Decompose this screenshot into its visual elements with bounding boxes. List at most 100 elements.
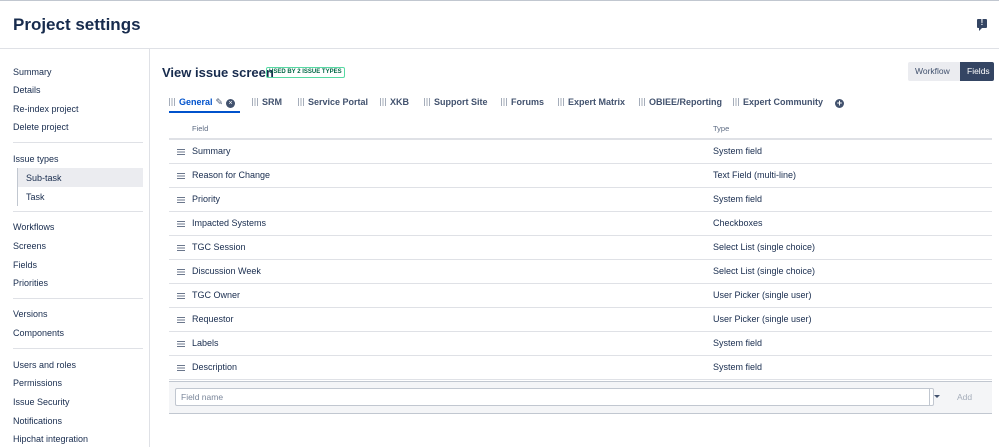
drag-handle-icon[interactable] xyxy=(177,245,185,251)
field-name: TGC Owner xyxy=(192,290,241,300)
add-button[interactable]: Add xyxy=(957,392,972,402)
add-field-bar: Add xyxy=(169,381,992,414)
sidebar-divider xyxy=(13,211,143,212)
field-name: Discussion Week xyxy=(192,266,261,276)
tab-expert-matrix[interactable]: Expert Matrix xyxy=(558,95,625,113)
drag-handle-icon[interactable] xyxy=(380,98,386,106)
table-row: Description System field xyxy=(169,356,992,380)
table-row: Labels System field xyxy=(169,332,992,356)
screen-title: View issue screen xyxy=(162,65,274,80)
field-name: Impacted Systems xyxy=(192,218,267,228)
usage-lozenge[interactable]: USED BY 2 ISSUE TYPES xyxy=(266,67,345,78)
field-type: Checkboxes xyxy=(713,218,763,228)
field-type: Select List (single choice) xyxy=(713,242,816,252)
tab-service-portal[interactable]: Service Portal xyxy=(298,95,368,113)
sidebar-item-screens[interactable]: Screens xyxy=(13,240,46,252)
sidebar-item-components[interactable]: Components xyxy=(13,327,64,339)
table-row: Reason for Change Text Field (multi-line) xyxy=(169,164,992,188)
table-row: Priority System field xyxy=(169,188,992,212)
table-row: Discussion Week Select List (single choic… xyxy=(169,260,992,284)
tab-support-site[interactable]: Support Site xyxy=(424,95,488,113)
tab-xkb[interactable]: XKB xyxy=(380,95,409,113)
field-name: Priority xyxy=(192,194,221,204)
sidebar-divider xyxy=(13,348,143,349)
fields-button[interactable]: Fields xyxy=(960,62,994,81)
sidebar-item-priorities[interactable]: Priorities xyxy=(13,277,48,289)
tab-label: OBIEE/Reporting xyxy=(649,97,723,107)
field-type: User Picker (single user) xyxy=(713,314,812,324)
chevron-down-icon[interactable] xyxy=(929,389,942,405)
drag-handle-icon[interactable] xyxy=(252,98,258,106)
tab-obiee-reporting[interactable]: OBIEE/Reporting xyxy=(639,95,722,113)
sidebar-item-users-and-roles[interactable]: Users and roles xyxy=(13,359,76,371)
tab-label: Expert Matrix xyxy=(568,97,626,107)
drag-handle-icon[interactable] xyxy=(501,98,507,106)
sidebar-item-summary[interactable]: Summary xyxy=(13,66,52,78)
sidebar-item-versions[interactable]: Versions xyxy=(13,308,48,320)
tab-general[interactable]: General ✎ × xyxy=(169,95,240,113)
sidebar-item-delete-project[interactable]: Delete project xyxy=(13,121,69,133)
drag-handle-icon[interactable] xyxy=(177,293,185,299)
drag-handle-icon[interactable] xyxy=(169,98,175,106)
field-type: System field xyxy=(713,362,763,372)
drag-handle-icon[interactable] xyxy=(177,269,185,275)
sidebar-item-hipchat[interactable]: Hipchat integration xyxy=(13,433,88,445)
tab-label: XKB xyxy=(390,97,410,107)
tab-label: Expert Community xyxy=(743,97,824,107)
tab-label: Service Portal xyxy=(308,97,369,107)
sidebar-item-task[interactable]: Task xyxy=(17,187,143,206)
feedback-icon[interactable]: ! xyxy=(977,18,987,31)
sidebar-item-subtask[interactable]: Sub-task xyxy=(17,168,143,187)
sidebar-item-notifications[interactable]: Notifications xyxy=(13,415,62,427)
sidebar-item-label: Task xyxy=(26,192,45,202)
sidebar-item-permissions[interactable]: Permissions xyxy=(13,377,62,389)
field-name: Summary xyxy=(192,146,231,156)
sidebar-divider xyxy=(13,298,143,299)
add-tab-icon[interactable]: + xyxy=(835,99,844,108)
close-icon[interactable]: × xyxy=(226,99,236,108)
drag-handle-icon[interactable] xyxy=(424,98,430,106)
sidebar-item-workflows[interactable]: Workflows xyxy=(13,221,54,233)
table-row: TGC Owner User Picker (single user) xyxy=(169,284,992,308)
drag-handle-icon[interactable] xyxy=(177,149,185,155)
field-name: Reason for Change xyxy=(192,170,271,180)
drag-handle-icon[interactable] xyxy=(177,341,185,347)
drag-handle-icon[interactable] xyxy=(298,98,304,106)
drag-handle-icon[interactable] xyxy=(177,197,185,203)
sidebar-item-label: Sub-task xyxy=(26,173,62,183)
page-title: Project settings xyxy=(13,15,141,34)
screen-tabs: General ✎ × SRM Service Portal XKB Support… xyxy=(167,95,847,113)
table-row: Summary System field xyxy=(169,140,992,164)
tab-label: Support Site xyxy=(434,97,488,107)
feedback-glyph: ! xyxy=(980,18,984,27)
drag-handle-icon[interactable] xyxy=(558,98,564,106)
tab-srm[interactable]: SRM xyxy=(252,95,282,113)
drag-handle-icon[interactable] xyxy=(639,98,645,106)
field-type: System field xyxy=(713,194,763,204)
table-row: Requestor User Picker (single user) xyxy=(169,308,992,332)
table-row: TGC Session Select List (single choice) xyxy=(169,236,992,260)
drag-handle-icon[interactable] xyxy=(177,221,185,227)
pencil-icon[interactable]: ✎ xyxy=(216,95,224,109)
drag-handle-icon[interactable] xyxy=(177,173,185,179)
field-type: User Picker (single user) xyxy=(713,290,812,300)
table-header: Field Type xyxy=(169,119,992,140)
sidebar-item-details[interactable]: Details xyxy=(13,84,41,96)
field-name: TGC Session xyxy=(192,242,246,252)
field-name: Description xyxy=(192,362,238,372)
drag-handle-icon[interactable] xyxy=(177,317,185,323)
sidebar-item-fields[interactable]: Fields xyxy=(13,259,37,271)
sidebar-item-issue-security[interactable]: Issue Security xyxy=(13,396,70,408)
sidebar-item-reindex[interactable]: Re-index project xyxy=(13,103,79,115)
field-type: System field xyxy=(713,338,763,348)
sidebar: Summary Details Re-index project Delete … xyxy=(0,49,150,447)
drag-handle-icon[interactable] xyxy=(733,98,739,106)
workflow-button[interactable]: Workflow xyxy=(908,62,960,81)
tab-forums[interactable]: Forums xyxy=(501,95,544,113)
drag-handle-icon[interactable] xyxy=(177,365,185,371)
tab-expert-community[interactable]: Expert Community xyxy=(733,95,823,113)
sidebar-item-issue-types[interactable]: Issue types xyxy=(13,153,59,165)
field-type: Select List (single choice) xyxy=(713,266,816,276)
field-name-input[interactable] xyxy=(175,388,934,406)
field-type: System field xyxy=(713,146,763,156)
